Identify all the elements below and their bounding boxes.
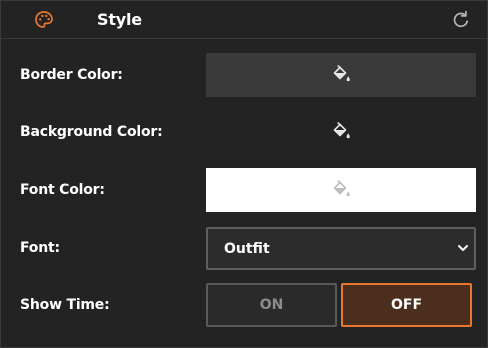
font-label: Font: [20,240,60,256]
border-color-label: Border Color: [20,67,123,83]
paint-bucket-icon [333,65,350,82]
border-color-swatch[interactable] [206,53,476,97]
show-time-label: Show Time: [20,297,110,313]
font-color-label: Font Color: [20,182,105,198]
panel-title: Style [97,10,142,29]
font-color-swatch[interactable] [206,168,476,212]
refresh-icon[interactable] [450,9,472,31]
palette-icon [35,11,53,28]
background-color-swatch[interactable] [206,110,476,154]
panel-header: Style [1,1,487,39]
show-time-off-button[interactable]: OFF [341,283,472,327]
paint-bucket-icon [333,180,350,197]
chevron-down-icon [458,245,468,251]
font-select-value: Outfit [224,241,270,257]
font-select[interactable]: Outfit [206,227,476,270]
paint-bucket-icon [333,122,350,139]
background-color-label: Background Color: [20,124,163,140]
style-panel: Style Border Color: Background Color: Fo… [0,0,488,348]
show-time-on-button[interactable]: ON [206,283,337,327]
